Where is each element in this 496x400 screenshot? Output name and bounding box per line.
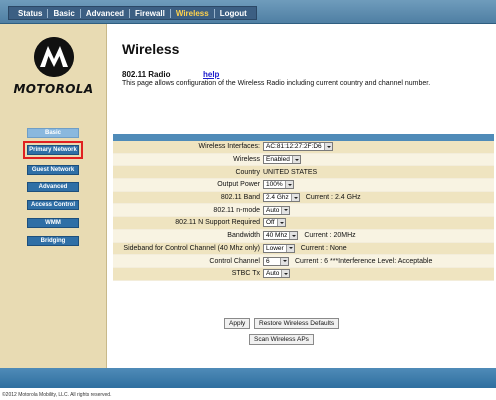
scan-wireless-aps-button[interactable]: Scan Wireless APs (249, 334, 314, 345)
sidebar-item-wmm[interactable]: WMM (27, 218, 79, 228)
form-row-band: 802.11 Band 2.4 Ghz Current : 2.4 GHz (113, 191, 494, 205)
output-power-select[interactable]: 100% (263, 180, 294, 190)
form-row-bandwidth: Bandwidth 40 Mhz Current : 20MHz (113, 229, 494, 243)
sidebar-item-guest-network[interactable]: Guest Network (27, 165, 79, 175)
country-value: UNITED STATES (263, 168, 318, 176)
footer-bar (0, 368, 496, 388)
control-channel-label: Control Channel (209, 257, 260, 265)
sideband-select[interactable]: Lower (263, 243, 295, 253)
stbc-tx-select[interactable]: Auto (263, 269, 291, 279)
sidebar-item-basic[interactable]: Basic (27, 128, 79, 138)
tab-basic[interactable]: Basic (48, 9, 79, 18)
chevron-down-icon (280, 257, 288, 265)
sidebar-item-access-control[interactable]: Access Control (27, 200, 79, 210)
main-content: Wireless 802.11 Radio help This page all… (108, 24, 496, 368)
stbc-tx-label: STBC Tx (231, 270, 260, 278)
chevron-down-icon (323, 143, 332, 151)
sidebar-item-bridging[interactable]: Bridging (27, 236, 79, 246)
chevron-down-icon (290, 194, 299, 202)
page-title: Wireless (122, 41, 180, 57)
n-support-select[interactable]: Off (263, 218, 286, 228)
restore-defaults-button[interactable]: Restore Wireless Defaults (254, 318, 340, 329)
wireless-interfaces-select[interactable]: AC:81:12:27:2F:D6 (263, 142, 333, 152)
bandwidth-select[interactable]: 40 Mhz (263, 231, 299, 241)
section-subtitle: 802.11 Radio (122, 70, 171, 79)
wireless-radio-form: Wireless Interfaces: AC:81:12:27:2F:D6 W… (113, 141, 494, 281)
bandwidth-current-value: Current : 20MHz (304, 232, 356, 240)
wireless-interfaces-label: Wireless Interfaces: (198, 143, 260, 151)
chevron-down-icon (276, 219, 285, 227)
country-label: Country (235, 168, 260, 176)
form-row-wireless-interfaces: Wireless Interfaces: AC:81:12:27:2F:D6 (113, 141, 494, 154)
form-row-stbc-tx: STBC Tx Auto (113, 267, 494, 281)
n-mode-label: 802.11 n-mode (213, 206, 260, 214)
band-select[interactable]: 2.4 Ghz (263, 193, 300, 203)
form-row-n-support: 802.11 N Support Required Off (113, 217, 494, 230)
sideband-label: Sideband for Control Channel (40 Mhz onl… (123, 244, 260, 252)
form-row-control-channel: Control Channel 6 Current : 6 ***Interfe… (113, 255, 494, 268)
tab-logout[interactable]: Logout (215, 9, 252, 18)
bandwidth-label: Bandwidth (227, 232, 260, 240)
tab-firewall[interactable]: Firewall (130, 9, 170, 18)
sidebar-item-advanced[interactable]: Advanced (27, 182, 79, 192)
chevron-down-icon (284, 181, 293, 189)
band-current-value: Current : 2.4 GHz (305, 194, 361, 202)
form-row-sideband: Sideband for Control Channel (40 Mhz onl… (113, 242, 494, 256)
form-row-wireless: Wireless Enabled (113, 153, 494, 167)
motorola-logo-icon (34, 37, 74, 77)
chevron-down-icon (281, 270, 290, 278)
sidebar-item-primary-network[interactable]: Primary Network (23, 141, 83, 159)
control-channel-select[interactable]: 6 (263, 256, 289, 266)
page-description: This page allows configuration of the Wi… (122, 80, 431, 87)
n-mode-select[interactable]: Auto (263, 205, 291, 215)
brand-wordmark: MOTOROLA (13, 82, 94, 96)
chevron-down-icon (289, 232, 298, 240)
copyright-text: ©2012 Motorola Mobility, LLC. All rights… (2, 392, 112, 398)
tab-wireless[interactable]: Wireless (171, 9, 214, 18)
chevron-down-icon (285, 244, 294, 252)
form-table-header (113, 134, 494, 141)
form-row-output-power: Output Power 100% (113, 179, 494, 192)
apply-button[interactable]: Apply (224, 318, 251, 329)
help-link[interactable]: help (203, 70, 219, 79)
top-tab-strip: Status Basic Advanced Firewall Wireless … (8, 6, 257, 20)
wireless-enable-select[interactable]: Enabled (263, 155, 301, 165)
output-power-label: Output Power (217, 181, 260, 189)
sideband-current-value: Current : None (300, 244, 347, 252)
tab-advanced[interactable]: Advanced (81, 9, 129, 18)
band-label: 802.11 Band (220, 194, 260, 202)
form-row-country: Country UNITED STATES (113, 166, 494, 180)
chevron-down-icon (281, 206, 290, 214)
wireless-label: Wireless (233, 156, 260, 164)
form-row-n-mode: 802.11 n-mode Auto (113, 204, 494, 218)
sidebar: MOTOROLA Basic Primary Network Guest Net… (0, 24, 107, 368)
control-channel-current-value: Current : 6 ***Interference Level: Accep… (295, 257, 433, 265)
top-navigation-bar: Status Basic Advanced Firewall Wireless … (0, 0, 496, 24)
n-support-label: 802.11 N Support Required (175, 219, 260, 227)
tab-status[interactable]: Status (13, 9, 47, 18)
chevron-down-icon (291, 156, 300, 164)
